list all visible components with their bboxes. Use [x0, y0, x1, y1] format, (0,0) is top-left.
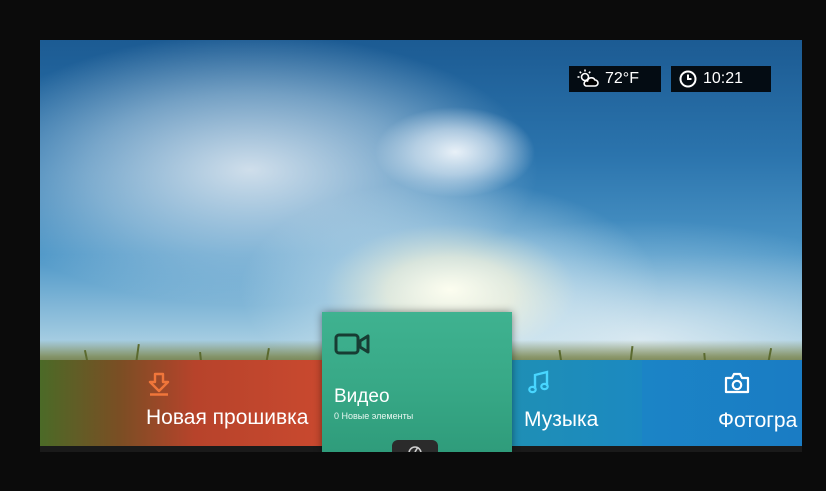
- menu-item-photos[interactable]: Фотогра: [642, 360, 802, 446]
- clock-icon: [679, 70, 697, 88]
- video-options-tab[interactable]: [392, 440, 438, 452]
- menu-item-video[interactable]: Видео 0 Новые элементы: [322, 312, 512, 452]
- firmware-label: Новая прошивка: [146, 406, 309, 429]
- download-icon: [148, 372, 170, 396]
- photos-label: Фотогра: [718, 409, 798, 432]
- menu-item-firmware[interactable]: Новая прошивка: [40, 360, 322, 446]
- partly-cloudy-icon: [577, 69, 599, 87]
- video-camera-icon: [334, 333, 370, 355]
- tv-screen: 72°F 10:21 Новая прошивка Музыка Фотогра…: [40, 40, 802, 452]
- video-new-items-count: 0 Новые элементы: [334, 411, 414, 421]
- menu-item-music[interactable]: Музыка: [512, 360, 642, 446]
- gauge-icon: [408, 446, 422, 452]
- temperature-text: 72°F: [605, 70, 639, 87]
- music-label: Музыка: [524, 408, 599, 431]
- clock-widget: 10:21: [671, 66, 771, 92]
- time-text: 10:21: [703, 70, 744, 87]
- video-label: Видео: [334, 386, 390, 407]
- music-note-icon: [528, 370, 549, 394]
- weather-widget: 72°F: [569, 66, 661, 92]
- camera-icon: [724, 372, 750, 394]
